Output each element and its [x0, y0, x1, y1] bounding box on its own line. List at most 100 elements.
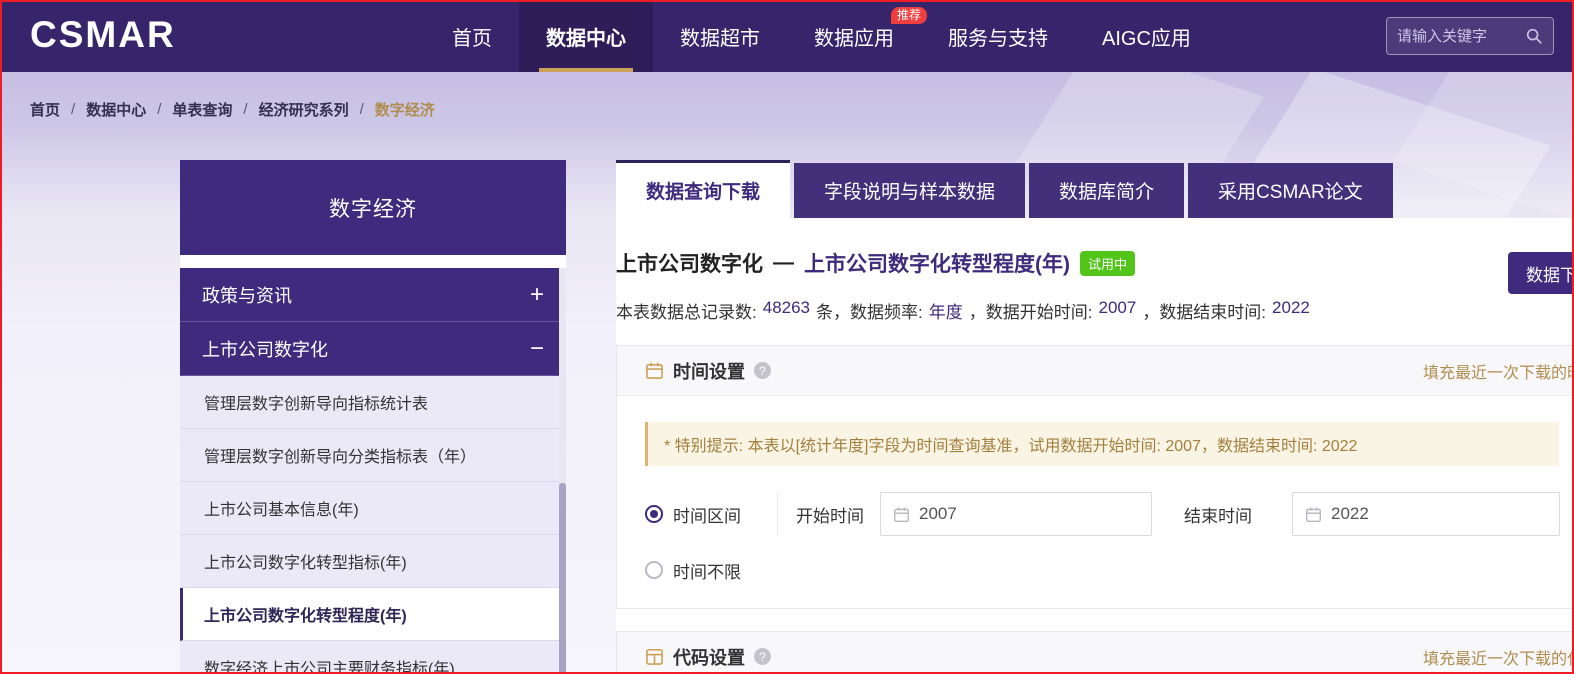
time-range-radio[interactable]	[645, 505, 663, 523]
main-content: 上市公司数字化 — 上市公司数字化转型程度(年) 试用中 数据下载 本表数据总记…	[616, 218, 1574, 674]
tab-label: 数据查询下载	[646, 182, 761, 203]
stat-label: 数据频率:	[850, 303, 923, 322]
tab-label: 字段说明与样本数据	[824, 182, 996, 203]
stat-value: 2007	[1098, 298, 1137, 317]
end-time-label: 结束时间	[1184, 506, 1252, 526]
time-unlimited-row: 时间不限	[645, 558, 1574, 582]
fill-last-download-time-link[interactable]: 填充最近一次下载的时间	[1423, 359, 1574, 383]
breadcrumb-current: 数字经济	[374, 102, 435, 119]
sidebar-item-transformation-index[interactable]: 上市公司数字化转型指标(年)	[180, 535, 566, 588]
time-unlimited-radio[interactable]	[645, 561, 663, 579]
sidebar-item-label: 上市公司基本信息(年)	[204, 502, 359, 519]
nav-label: 数据超市	[680, 27, 760, 50]
end-time-input[interactable]	[1292, 492, 1560, 536]
sidebar-group-policy-news[interactable]: 政策与资讯 +	[180, 268, 566, 322]
breadcrumb-separator: /	[71, 101, 76, 118]
sidebar-item-label: 数字经济上市公司主要财务指标(年)	[204, 661, 455, 674]
top-navigation-bar: CSMAR 首页 数据中心 数据超市 数据应用 推荐 服务与支持 AIGC应用	[0, 0, 1574, 72]
start-time-input[interactable]	[880, 492, 1152, 536]
nav-label: 首页	[452, 27, 492, 50]
nav-item-data-apps[interactable]: 数据应用 推荐	[787, 0, 927, 72]
stat-value: 2022	[1272, 298, 1310, 317]
code-table-icon	[645, 647, 664, 666]
csmar-logo[interactable]: CSMAR	[30, 14, 176, 56]
nav-item-aigc-apps[interactable]: AIGC应用	[1075, 0, 1218, 72]
stat-start-time: 数据开始时间: 2007 ，	[986, 298, 1160, 323]
stat-suffix: ，	[968, 303, 986, 322]
time-range-row: 时间区间 开始时间 结束时间	[645, 492, 1574, 536]
fill-last-download-code-link[interactable]: 填充最近一次下载的代码	[1423, 645, 1574, 669]
search-input[interactable]	[1397, 27, 1525, 45]
database-sidebar: 数字经济 政策与资讯 + 上市公司数字化 − 管理层数字创新导向指标统计表 管理…	[180, 160, 566, 674]
sidebar-item-financial-indicators[interactable]: 数字经济上市公司主要财务指标(年)	[180, 641, 566, 674]
collapse-icon[interactable]: −	[530, 336, 544, 361]
data-download-button[interactable]: 数据下载	[1508, 252, 1574, 294]
stat-label: 数据开始时间:	[985, 303, 1093, 322]
stat-label: 数据结束时间:	[1159, 303, 1267, 322]
nav-item-data-mart[interactable]: 数据超市	[653, 0, 787, 72]
breadcrumb-economic-research-series[interactable]: 经济研究系列	[259, 99, 349, 120]
sidebar-title: 数字经济	[180, 160, 566, 255]
sidebar-group-listed-company-digitalization[interactable]: 上市公司数字化 −	[180, 322, 566, 376]
help-icon[interactable]: ?	[754, 648, 771, 665]
breadcrumb: 首页 / 数据中心 / 单表查询 / 经济研究系列 / 数字经济	[30, 99, 435, 120]
nav-label: 数据中心	[546, 27, 626, 50]
tab-data-query-download[interactable]: 数据查询下载	[616, 160, 791, 218]
sidebar-item-label: 管理层数字创新导向指标统计表	[204, 396, 429, 413]
expand-icon[interactable]: +	[530, 282, 544, 307]
sidebar-divider	[180, 255, 566, 268]
stat-label: 本表数据总记录数:	[616, 303, 757, 322]
nav-label: 服务与支持	[948, 27, 1048, 50]
special-notice: * 特别提示: 本表以[统计年度]字段为时间查询基准，试用数据开始时间: 200…	[645, 422, 1559, 466]
nav-item-home[interactable]: 首页	[425, 0, 519, 72]
stat-value: 年度	[928, 303, 963, 322]
time-settings-title: 时间设置	[673, 361, 745, 382]
tab-database-intro[interactable]: 数据库简介	[1029, 163, 1185, 218]
calendar-icon	[645, 361, 664, 380]
breadcrumb-single-table-query[interactable]: 单表查询	[172, 99, 232, 120]
title-group-name: 上市公司数字化	[616, 253, 763, 276]
table-stats-row: 本表数据总记录数: 48263 条， 数据频率: 年度 ， 数据开始时间: 2007 ， 数…	[616, 298, 1574, 323]
time-settings-panel: 时间设置 ? 填充最近一次下载的时间 * 特别提示: 本表以[统计年度]字段为时…	[616, 345, 1574, 609]
stat-value: 48263	[762, 298, 811, 317]
tab-label: 采用CSMAR论文	[1218, 182, 1363, 203]
breadcrumb-home[interactable]: 首页	[30, 99, 60, 120]
breadcrumb-separator: /	[359, 101, 364, 118]
time-unlimited-label: 时间不限	[673, 562, 741, 582]
sidebar-item-mgmt-innovation-stats[interactable]: 管理层数字创新导向指标统计表	[180, 376, 566, 429]
help-icon[interactable]: ?	[754, 362, 771, 379]
main-nav: 首页 数据中心 数据超市 数据应用 推荐 服务与支持 AIGC应用	[425, 0, 1218, 72]
sidebar-item-label: 上市公司数字化转型指标(年)	[204, 555, 407, 572]
stat-frequency: 数据频率: 年度 ，	[850, 298, 986, 323]
group-label: 上市公司数字化	[202, 339, 328, 360]
sidebar-scrollbar[interactable]	[559, 268, 566, 674]
sidebar-title-label: 数字经济	[329, 197, 417, 221]
breadcrumb-separator: /	[157, 101, 162, 118]
scrollbar-thumb[interactable]	[559, 483, 566, 674]
breadcrumb-data-center[interactable]: 数据中心	[86, 99, 146, 120]
sidebar-item-mgmt-innovation-classified[interactable]: 管理层数字创新导向分类指标表（年）	[180, 429, 566, 482]
content-tabs: 数据查询下载 字段说明与样本数据 数据库简介 采用CSMAR论文	[616, 160, 1393, 218]
time-settings-header: 时间设置 ? 填充最近一次下载的时间	[617, 346, 1574, 396]
search-box[interactable]	[1386, 17, 1554, 55]
sidebar-item-label: 管理层数字创新导向分类指标表（年）	[204, 449, 477, 466]
stat-end-time: 数据结束时间: 2022	[1159, 298, 1316, 323]
calendar-icon	[893, 506, 910, 523]
calendar-icon	[1305, 506, 1322, 523]
nav-item-service-support[interactable]: 服务与支持	[921, 0, 1075, 72]
nav-item-data-center[interactable]: 数据中心	[519, 0, 653, 72]
end-year-field[interactable]	[1331, 504, 1547, 524]
sidebar-item-transformation-degree[interactable]: 上市公司数字化转型程度(年)	[180, 588, 566, 641]
start-year-field[interactable]	[919, 504, 1139, 524]
tab-csmar-papers[interactable]: 采用CSMAR论文	[1188, 163, 1393, 218]
sidebar-item-label: 上市公司数字化转型程度(年)	[204, 608, 407, 625]
stat-suffix: ，	[1142, 303, 1160, 322]
sidebar-item-basic-info[interactable]: 上市公司基本信息(年)	[180, 482, 566, 535]
stat-total-records: 本表数据总记录数: 48263 条，	[616, 298, 850, 323]
breadcrumb-separator: /	[243, 101, 248, 118]
group-label: 政策与资讯	[202, 285, 292, 306]
tab-field-description-sample[interactable]: 字段说明与样本数据	[794, 163, 1026, 218]
tab-label: 数据库简介	[1059, 182, 1155, 203]
search-icon[interactable]	[1525, 27, 1543, 45]
title-dash: —	[773, 251, 794, 274]
